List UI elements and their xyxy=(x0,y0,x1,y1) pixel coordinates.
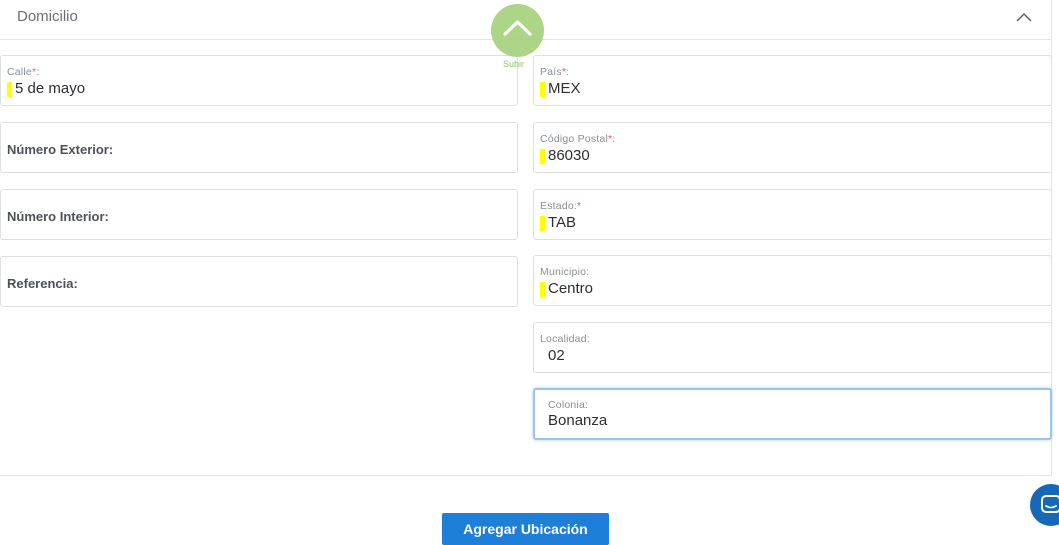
estado-field[interactable]: Estado:* TAB xyxy=(533,189,1052,240)
referencia-field[interactable]: Referencia: xyxy=(0,256,518,307)
numero-exterior-label: Número Exterior: xyxy=(7,142,114,157)
numero-interior-label: Número Interior: xyxy=(7,209,109,224)
municipio-label: Municipio: xyxy=(540,266,590,278)
highlight-mark xyxy=(540,282,545,297)
numero-interior-field[interactable]: Número Interior: xyxy=(0,189,518,240)
estado-value[interactable]: TAB xyxy=(548,214,576,231)
chevron-up-icon xyxy=(503,20,532,36)
colonia-value[interactable]: Bonanza xyxy=(548,412,607,429)
add-location-button[interactable]: Agregar Ubicación xyxy=(442,513,609,545)
highlight-mark xyxy=(540,216,545,231)
calle-label: Calle*: xyxy=(7,66,40,78)
panel-title: Domicilio xyxy=(17,8,78,25)
localidad-label: Localidad: xyxy=(540,333,590,345)
chevron-up-icon[interactable] xyxy=(1015,10,1033,24)
pais-field[interactable]: País*: MEX xyxy=(533,55,1052,106)
highlight-mark xyxy=(540,82,545,97)
domicilio-panel: Domicilio Calle*: 5 de mayo Número Exter… xyxy=(0,0,1052,476)
codigo-postal-label: Código Postal*: xyxy=(540,133,616,145)
pais-value[interactable]: MEX xyxy=(548,80,581,97)
highlight-mark xyxy=(7,82,12,97)
calle-field[interactable]: Calle*: 5 de mayo xyxy=(0,55,518,106)
colonia-label: Colonia: xyxy=(548,399,589,411)
localidad-field[interactable]: Localidad: 02 xyxy=(533,322,1052,373)
pais-label: País*: xyxy=(540,66,570,78)
localidad-value[interactable]: 02 xyxy=(548,347,565,364)
municipio-field[interactable]: Municipio: Centro xyxy=(533,255,1052,306)
scroll-top-button[interactable] xyxy=(491,4,544,57)
estado-label: Estado:* xyxy=(540,200,582,212)
colonia-field[interactable]: Colonia: Bonanza xyxy=(533,388,1052,440)
codigo-postal-value[interactable]: 86030 xyxy=(548,147,590,164)
page: Domicilio Calle*: 5 de mayo Número Exter… xyxy=(0,0,1059,545)
scroll-top-label: Subir xyxy=(503,59,525,69)
highlight-mark xyxy=(540,149,545,164)
chat-icon xyxy=(1041,495,1059,513)
chat-launcher[interactable] xyxy=(1030,484,1059,526)
calle-value[interactable]: 5 de mayo xyxy=(15,80,85,97)
codigo-postal-field[interactable]: Código Postal*: 86030 xyxy=(533,122,1052,173)
numero-exterior-field[interactable]: Número Exterior: xyxy=(0,122,518,173)
referencia-label: Referencia: xyxy=(7,276,78,291)
municipio-value[interactable]: Centro xyxy=(548,280,593,297)
